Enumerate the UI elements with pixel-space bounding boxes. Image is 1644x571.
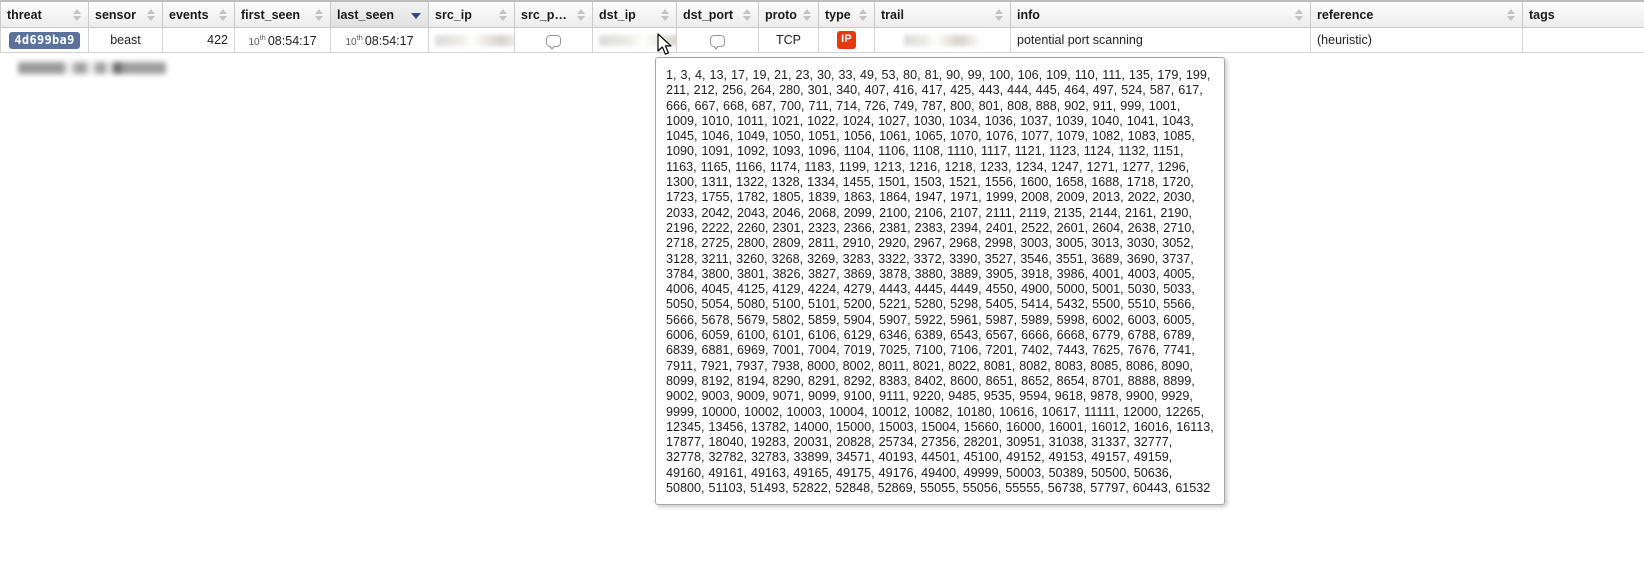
cell-type: IP	[818, 27, 875, 53]
column-header-events[interactable]: events	[162, 0, 235, 28]
sort-toggle-icon[interactable]	[499, 8, 508, 22]
cell-dst-port[interactable]	[676, 27, 759, 53]
threat-hash-badge[interactable]: 4d699ba9	[9, 31, 80, 49]
column-header-label: type	[825, 7, 851, 22]
cell-events: 422	[162, 27, 235, 53]
sort-toggle-icon[interactable]	[661, 8, 670, 22]
column-header-label: threat	[7, 7, 42, 22]
dst-ip-redacted-value	[599, 35, 676, 47]
cell-proto: TCP	[758, 27, 819, 53]
last-seen-ordinal: th	[356, 32, 363, 42]
column-header-label: info	[1017, 7, 1040, 22]
results-summary-redacted	[18, 62, 166, 74]
first-seen-day: 10	[248, 36, 260, 48]
first-seen-ordinal: th	[259, 32, 266, 42]
sort-toggle-icon[interactable]	[803, 8, 812, 22]
threats-table: threat sensor events first_seen last_seen src…	[0, 0, 1644, 53]
column-header-sensor[interactable]: sensor	[88, 0, 163, 28]
threat-table-screen: threat sensor events first_seen last_seen src…	[0, 0, 1644, 571]
first-seen-timestamp: 10th 08:54:17	[248, 32, 317, 48]
last-seen-time: 08:54:17	[364, 33, 414, 48]
column-header-tags: tags	[1522, 0, 1644, 28]
column-header-src_port[interactable]: src_port	[514, 0, 593, 28]
sort-toggle-icon[interactable]	[147, 8, 156, 22]
column-header-proto[interactable]: proto	[758, 0, 819, 28]
cell-info: potential port scanning	[1010, 27, 1311, 53]
column-header-type[interactable]: type	[818, 0, 875, 28]
column-header-label: reference	[1317, 7, 1374, 22]
column-header-label: trail	[881, 7, 904, 22]
table-header: threat sensor events first_seen last_seen src…	[0, 0, 1644, 28]
cell-sensor: beast	[88, 27, 163, 53]
cell-trail	[874, 27, 1011, 53]
column-header-last_seen[interactable]: last_seen	[330, 0, 429, 28]
column-header-info[interactable]: info	[1010, 0, 1311, 28]
column-header-label: src_port	[521, 7, 571, 22]
cell-src-port[interactable]	[514, 27, 593, 53]
comment-bubble-icon[interactable]	[710, 34, 725, 50]
dst-port-list-text: 1, 3, 4, 13, 17, 19, 21, 23, 30, 33, 49,…	[666, 68, 1214, 496]
column-header-label: dst_ip	[599, 7, 636, 22]
comment-bubble-icon[interactable]	[546, 34, 561, 50]
sort-toggle-icon[interactable]	[219, 8, 228, 22]
sort-toggle-icon[interactable]	[859, 8, 868, 22]
column-header-trail[interactable]: trail	[874, 0, 1011, 28]
src-ip-redacted-value	[435, 35, 514, 47]
sort-toggle-icon[interactable]	[1295, 8, 1304, 22]
column-header-label: dst_port	[683, 7, 733, 22]
sort-toggle-icon[interactable]	[577, 8, 586, 22]
trail-redacted-value	[903, 35, 982, 47]
sort-toggle-icon[interactable]	[995, 8, 1004, 22]
last-seen-day: 10	[345, 36, 357, 48]
cell-src-ip	[428, 27, 515, 53]
sort-toggle-icon[interactable]	[743, 8, 752, 22]
sort-desc-icon[interactable]	[411, 8, 422, 22]
column-header-label: src_ip	[435, 7, 472, 22]
column-header-label: tags	[1529, 7, 1555, 22]
column-header-label: last_seen	[337, 7, 394, 22]
dst-port-list-tooltip: 1, 3, 4, 13, 17, 19, 21, 23, 30, 33, 49,…	[655, 57, 1225, 506]
table-header-row: threat sensor events first_seen last_seen src…	[0, 0, 1644, 28]
type-badge: IP	[837, 31, 856, 49]
column-header-label: first_seen	[241, 7, 301, 22]
column-header-label: sensor	[95, 7, 136, 22]
table-body: 4d699ba9 beast 422 10th 08:54:17 10th 08:5…	[0, 27, 1644, 53]
column-header-dst_port[interactable]: dst_port	[676, 0, 759, 28]
column-header-first_seen[interactable]: first_seen	[234, 0, 331, 28]
column-header-src_ip[interactable]: src_ip	[428, 0, 515, 28]
first-seen-time: 08:54:17	[267, 33, 317, 48]
sort-toggle-icon[interactable]	[315, 8, 324, 22]
column-header-threat[interactable]: threat	[0, 0, 89, 28]
column-header-label: proto	[765, 7, 797, 22]
cell-reference: (heuristic)	[1310, 27, 1523, 53]
last-seen-timestamp: 10th 08:54:17	[345, 32, 414, 48]
cell-threat[interactable]: 4d699ba9	[0, 27, 89, 53]
cell-last-seen: 10th 08:54:17	[330, 27, 429, 53]
column-header-reference[interactable]: reference	[1310, 0, 1523, 28]
sort-toggle-icon[interactable]	[73, 8, 82, 22]
table-row[interactable]: 4d699ba9 beast 422 10th 08:54:17 10th 08:5…	[0, 27, 1644, 53]
cell-tags	[1522, 27, 1644, 53]
cell-dst-ip	[592, 27, 677, 53]
cell-first-seen: 10th 08:54:17	[234, 27, 331, 53]
column-header-dst_ip[interactable]: dst_ip	[592, 0, 677, 28]
sort-toggle-icon[interactable]	[1507, 8, 1516, 22]
column-header-label: events	[169, 7, 209, 22]
